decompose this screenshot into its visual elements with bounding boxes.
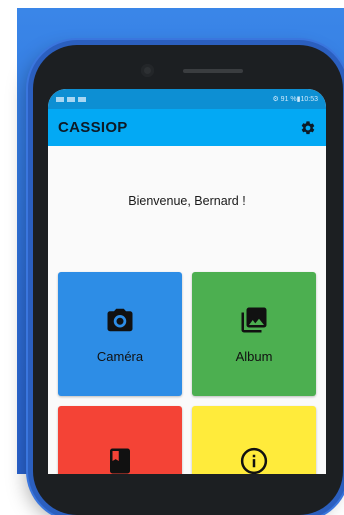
earpiece	[183, 69, 243, 73]
notification-icon	[78, 96, 86, 102]
app-screen: ⚙ 91 %▮10:53 CASSIOP Bienvenue, Bernard …	[48, 89, 326, 474]
album-tile-label: Album	[235, 348, 273, 364]
signal-icon	[56, 96, 64, 102]
info-tile[interactable]	[192, 406, 316, 474]
info-icon	[240, 447, 268, 474]
front-camera-icon	[141, 64, 154, 77]
menu-grid: Caméra Album	[58, 272, 316, 474]
gear-icon[interactable]	[300, 120, 316, 136]
app-title: CASSIOP	[58, 119, 128, 136]
album-tile[interactable]: Album	[192, 272, 316, 396]
welcome-message: Bienvenue, Bernard !	[128, 194, 246, 208]
camera-tile-label: Caméra	[96, 348, 144, 364]
app-bar: CASSIOP	[48, 109, 326, 146]
wifi-icon	[67, 96, 75, 102]
book-tile[interactable]	[58, 406, 182, 474]
camera-icon	[107, 308, 133, 331]
book-icon	[110, 448, 130, 474]
status-left-icons	[56, 96, 86, 102]
photo-album-icon	[241, 307, 267, 332]
camera-tile[interactable]: Caméra	[58, 272, 182, 396]
status-right-text: ⚙ 91 %▮10:53	[272, 96, 318, 103]
status-bar: ⚙ 91 %▮10:53	[48, 89, 326, 109]
